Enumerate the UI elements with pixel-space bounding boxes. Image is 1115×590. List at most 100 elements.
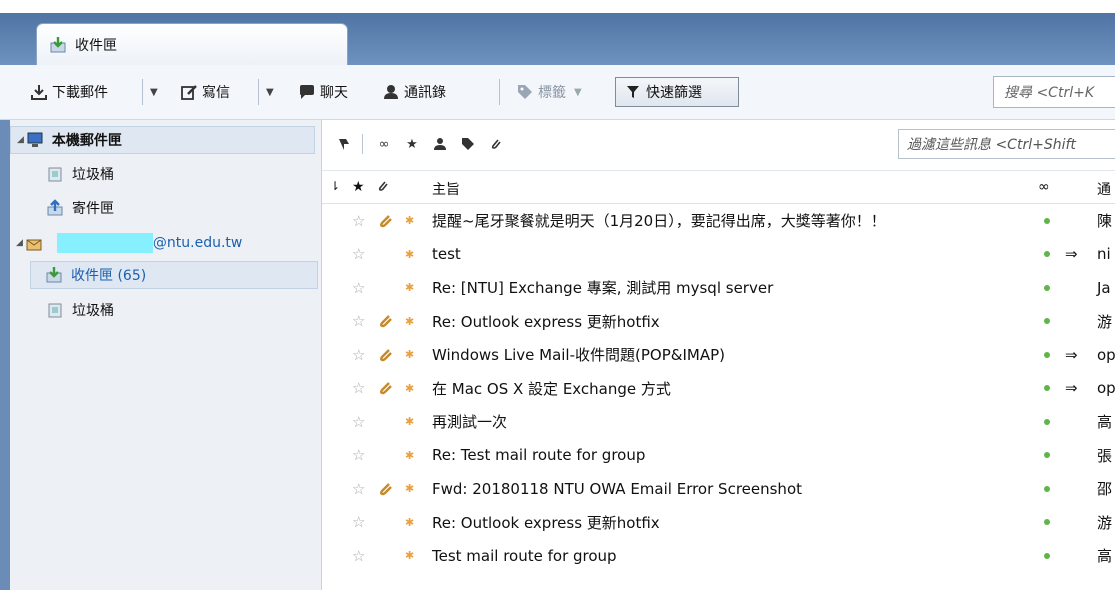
folder-local-trash[interactable]: 垃圾桶 bbox=[46, 160, 114, 188]
pin-icon[interactable] bbox=[336, 136, 352, 152]
folder-local-sent[interactable]: 寄件匣 bbox=[46, 194, 114, 222]
forwarded-icon: ⇒ bbox=[1065, 245, 1078, 264]
star-outline-icon[interactable]: ☆ bbox=[352, 480, 365, 498]
unread-dot-icon[interactable] bbox=[1044, 485, 1050, 492]
message-sender: 邵 bbox=[1097, 480, 1113, 499]
inbox-icon bbox=[46, 267, 62, 283]
folder-local-label: 本機郵件匣 bbox=[51, 133, 122, 149]
download-label: 下載郵件 bbox=[52, 85, 108, 101]
account-folder[interactable]: ◢ @ntu.edu.tw bbox=[16, 229, 242, 257]
star-outline-icon[interactable]: ☆ bbox=[352, 446, 365, 464]
tag-filter-icon[interactable] bbox=[460, 136, 476, 152]
message-subject: Fwd: 20180118 NTU OWA Email Error Screen… bbox=[432, 479, 802, 498]
star-outline-icon[interactable]: ☆ bbox=[352, 379, 365, 397]
new-indicator-icon: ✱ bbox=[405, 314, 415, 328]
table-row[interactable]: ☆ ✱ Test mail route for group 高 bbox=[322, 539, 1115, 573]
download-mail-button[interactable]: 下載郵件 bbox=[30, 79, 108, 105]
message-subject: Re: Outlook express 更新hotfix bbox=[432, 513, 660, 532]
new-indicator-icon: ✱ bbox=[405, 482, 415, 496]
column-header: ⇂ ★ 主旨 ∞ 通 bbox=[322, 171, 1115, 204]
unread-dot-icon[interactable] bbox=[1044, 351, 1050, 358]
attachment-column-icon[interactable] bbox=[376, 179, 390, 197]
tab-inbox[interactable]: 收件匣 bbox=[36, 23, 348, 65]
unread-dot-icon[interactable] bbox=[1044, 519, 1050, 526]
star-outline-icon[interactable]: ☆ bbox=[352, 212, 365, 230]
folder-account-trash[interactable]: 垃圾桶 bbox=[46, 296, 114, 324]
new-indicator-icon: ✱ bbox=[405, 448, 415, 462]
unread-dot-icon[interactable] bbox=[1044, 217, 1050, 224]
message-sender: Ja bbox=[1097, 278, 1111, 297]
table-row[interactable]: ☆ ✱ Re: Outlook express 更新hotfix 游 bbox=[322, 506, 1115, 540]
unread-filter-icon[interactable]: ∞ bbox=[376, 136, 392, 152]
attachment-icon bbox=[380, 482, 392, 495]
chevron-down-icon: ▼ bbox=[266, 86, 274, 98]
write-button[interactable]: 寫信 bbox=[180, 79, 230, 105]
star-outline-icon[interactable]: ☆ bbox=[352, 245, 365, 263]
message-subject: Windows Live Mail-收件問題(POP&IMAP) bbox=[432, 346, 725, 365]
forwarded-icon: ⇒ bbox=[1065, 345, 1078, 364]
table-row[interactable]: ☆ ✱ 提醒~尾牙聚餐就是明天（1月20日），要記得出席，大獎等著你！！ 陳 bbox=[322, 204, 1115, 238]
table-row[interactable]: ☆ ✱ 在 Mac OS X 設定 Exchange 方式 ⇒ op bbox=[322, 372, 1115, 406]
message-subject: 提醒~尾牙聚餐就是明天（1月20日），要記得出席，大獎等著你！！ bbox=[432, 212, 886, 231]
contact-filter-icon[interactable] bbox=[432, 136, 448, 152]
star-outline-icon[interactable]: ☆ bbox=[352, 547, 365, 565]
chat-label: 聊天 bbox=[320, 85, 348, 101]
folder-local[interactable]: ◢ 本機郵件匣 bbox=[10, 126, 315, 154]
star-outline-icon[interactable]: ☆ bbox=[352, 346, 365, 364]
pencil-icon bbox=[181, 85, 197, 100]
star-filter-icon[interactable]: ★ bbox=[404, 136, 420, 152]
filter-input[interactable]: 過濾這些訊息 <Ctrl+Shift bbox=[898, 129, 1115, 159]
star-outline-icon[interactable]: ☆ bbox=[352, 413, 365, 431]
table-row[interactable]: ☆ ✱ 再測試一次 高 bbox=[322, 405, 1115, 439]
table-row[interactable]: ☆ ✱ test ⇒ ni bbox=[322, 238, 1115, 272]
subject-column-header[interactable]: 主旨 bbox=[432, 179, 460, 199]
new-indicator-icon: ✱ bbox=[405, 348, 415, 362]
search-input[interactable]: 搜尋 <Ctrl+K bbox=[993, 76, 1115, 108]
folder-inbox[interactable]: 收件匣 (65) bbox=[30, 261, 318, 289]
table-row[interactable]: ☆ ✱ Re: [NTU] Exchange 專案, 測試用 mysql serve… bbox=[322, 271, 1115, 305]
expand-icon: ◢ bbox=[16, 238, 23, 248]
read-column-icon[interactable]: ∞ bbox=[1038, 179, 1050, 195]
sender-column-header[interactable]: 通 bbox=[1097, 179, 1111, 199]
message-sender: op bbox=[1097, 345, 1115, 364]
unread-dot-icon[interactable] bbox=[1044, 318, 1050, 325]
star-column-icon[interactable]: ★ bbox=[352, 179, 365, 195]
unread-dot-icon[interactable] bbox=[1044, 452, 1050, 459]
addressbook-button[interactable]: 通訊錄 bbox=[382, 79, 446, 105]
table-row[interactable]: ☆ ✱ Windows Live Mail-收件問題(POP&IMAP) ⇒ op bbox=[322, 338, 1115, 372]
separator bbox=[142, 79, 143, 105]
download-icon bbox=[31, 85, 47, 100]
account-email: @ntu.edu.tw bbox=[152, 235, 243, 251]
new-indicator-icon: ✱ bbox=[405, 281, 415, 295]
new-indicator-icon: ✱ bbox=[405, 515, 415, 529]
star-outline-icon[interactable]: ☆ bbox=[352, 513, 365, 531]
tab-bar: 收件匣 bbox=[0, 13, 1115, 65]
table-row[interactable]: ☆ ✱ Re: Outlook express 更新hotfix 游 bbox=[322, 305, 1115, 339]
folder-label: 垃圾桶 bbox=[72, 303, 114, 319]
unread-dot-icon[interactable] bbox=[1044, 418, 1050, 425]
table-row[interactable]: ☆ ✱ Fwd: 20180118 NTU OWA Email Error Scre… bbox=[322, 472, 1115, 506]
table-row[interactable]: ☆ ✱ Re: Test mail route for group 張 bbox=[322, 439, 1115, 473]
unread-dot-icon[interactable] bbox=[1044, 251, 1050, 258]
unread-dot-icon[interactable] bbox=[1044, 385, 1050, 392]
message-sender: 陳 bbox=[1097, 212, 1113, 231]
attachment-filter-icon[interactable] bbox=[488, 136, 504, 152]
unread-dot-icon[interactable] bbox=[1044, 284, 1050, 291]
chat-button[interactable]: 聊天 bbox=[298, 79, 348, 105]
inbox-label: 收件匣 (65) bbox=[71, 268, 147, 284]
funnel-icon bbox=[627, 86, 639, 98]
unread-dot-icon[interactable] bbox=[1044, 552, 1050, 559]
quick-filter-button[interactable]: 快速篩選 bbox=[615, 77, 739, 107]
contact-icon bbox=[384, 85, 398, 99]
star-outline-icon[interactable]: ☆ bbox=[352, 279, 365, 297]
download-dropdown[interactable]: ▼ bbox=[150, 79, 158, 105]
window-edge bbox=[0, 120, 10, 590]
tag-button[interactable]: 標籤 ▼ bbox=[516, 79, 582, 105]
thread-column-icon[interactable]: ⇂ bbox=[330, 179, 340, 193]
star-outline-icon[interactable]: ☆ bbox=[352, 312, 365, 330]
write-dropdown[interactable]: ▼ bbox=[266, 79, 274, 105]
message-pane: ∞ ★ 過濾這些訊息 <Ctrl+Shift ⇂ ★ 主旨 ∞ 通 ☆ ✱ 提醒~尾… bbox=[322, 120, 1115, 590]
separator bbox=[258, 79, 259, 105]
attachment-icon bbox=[380, 214, 392, 227]
main-toolbar: 下載郵件 ▼ 寫信 ▼ 聊天 通訊錄 標籤 ▼ 快速篩選 搜尋 <Ctrl+K bbox=[0, 65, 1115, 120]
